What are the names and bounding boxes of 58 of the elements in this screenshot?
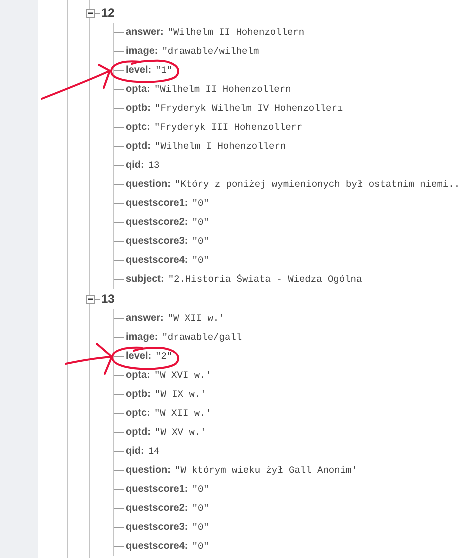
field-key: opta: [126,370,150,380]
field-value: "W XII w.' [168,314,225,324]
field-value: "W XVI w.' [154,370,212,380]
field-value: "drawable/gall [162,332,242,342]
field-value: "Który z poniżej wymienionych był ostatnim niemi.. [175,180,460,190]
node-key[interactable]: 13 [102,293,115,305]
field-key: level: [126,352,152,362]
field-value: "Wilhelm I Hohenzollern [155,142,286,152]
field-value: 13 [148,160,160,170]
field-key: image: [126,46,158,56]
field-value: "Fryderyk Wilhelm IV Hohenzollerı [155,104,344,114]
field-value: "0" [192,504,210,514]
field-value: "Wilhelm II Hohenzollern [168,28,305,38]
field-value: "0" [192,484,210,494]
field-key: question: [126,466,171,476]
field-key: answer: [126,314,164,324]
collapse-icon[interactable] [86,294,94,304]
field-key: optc: [126,408,150,418]
field-key: questscore4: [126,542,188,552]
field-key: qid: [126,446,144,456]
field-key: optb: [126,104,151,114]
field-key: questscore1: [126,198,188,208]
field-key: optd: [126,142,151,152]
field-value: "1" [156,66,173,76]
node-key[interactable]: 12 [102,7,115,19]
field-key: level: [126,66,152,76]
field-key: opta: [126,84,150,94]
field-value: 14 [148,446,160,456]
field-key: questscore2: [126,218,188,228]
field-key: qid: [126,160,144,170]
field-key: subject: [126,274,164,284]
field-value: "W XV w.' [155,428,206,438]
field-key: optb: [126,390,151,400]
field-value: "2" [156,352,173,362]
field-key: optc: [126,122,150,132]
field-key: questscore3: [126,522,188,532]
field-value: "W XII w.' [154,408,212,418]
field-key: answer: [126,28,164,38]
field-value: "Wilhelm II Hohenzollern [154,84,292,94]
field-value: "W którym wieku żył Gall Anonim' [175,466,358,476]
field-key: questscore4: [126,256,188,266]
field-value: "drawable/wilhelm [162,46,260,56]
field-key: question: [126,180,171,190]
field-key: questscore2: [126,504,188,514]
field-value: "0" [192,522,210,532]
field-value: "2.Historia Świata - Wiedza Ogólna [168,274,362,284]
field-key: questscore3: [126,236,188,246]
field-key: questscore1: [126,484,188,494]
collapse-icon[interactable] [86,8,94,18]
field-value: "0" [192,256,210,266]
field-value: "W IX w.' [155,390,206,400]
field-key: optd: [126,428,151,438]
field-value: "0" [192,542,210,552]
field-value: "0" [192,236,210,246]
field-value: "0" [192,198,210,208]
field-value: "0" [192,218,210,228]
field-key: image: [126,332,158,342]
field-value: "Fryderyk III Hohenzollerr [154,122,303,132]
